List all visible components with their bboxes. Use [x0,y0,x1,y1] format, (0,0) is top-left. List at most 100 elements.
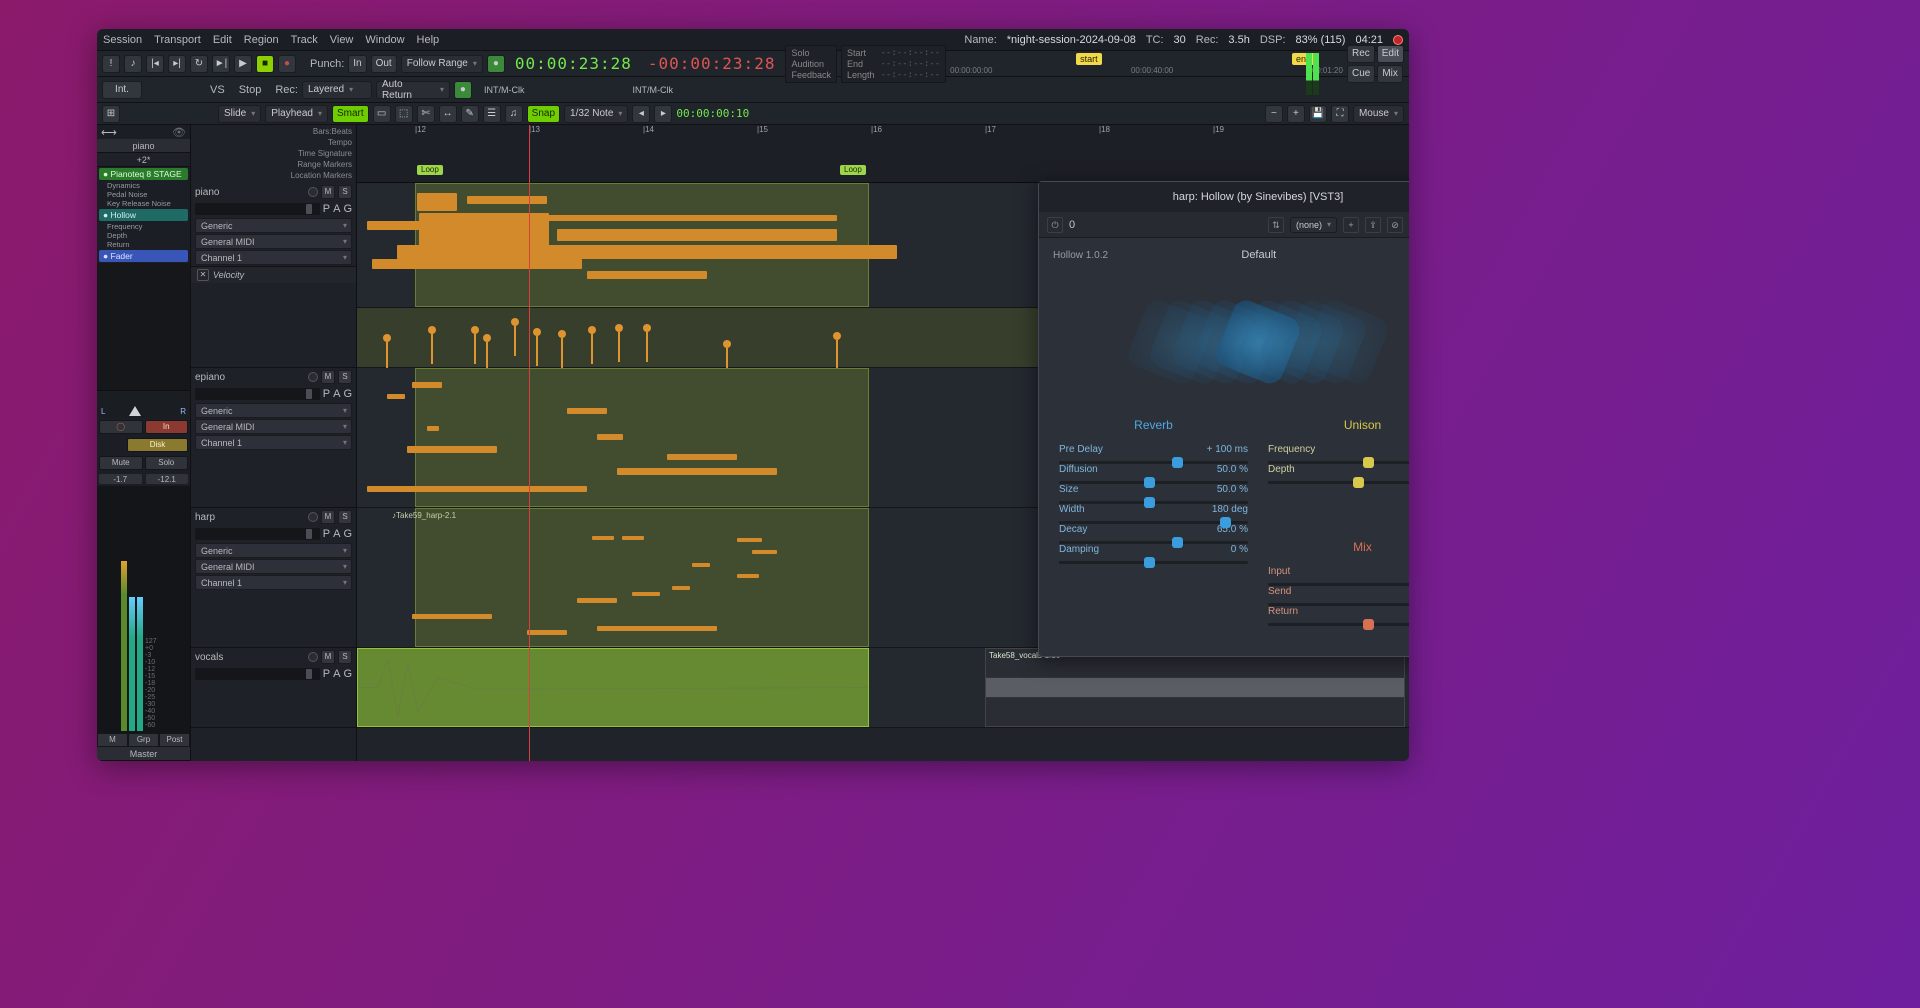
plugin-slot[interactable]: ● Pianoteq 8 STAGE [99,168,188,180]
pin-button[interactable]: ⇅ [1268,217,1284,233]
velocity-point[interactable] [615,324,623,332]
mute-button[interactable]: M [321,510,335,524]
disk-button[interactable]: Disk [127,438,188,452]
midi-note[interactable] [387,394,405,399]
record-button[interactable]: ● [278,55,296,73]
mute-button[interactable]: M [321,370,335,384]
punch-out-button[interactable]: Out [371,55,397,73]
midi-note[interactable] [737,574,759,578]
velocity-point[interactable] [383,334,391,342]
follow-select[interactable]: Follow Range [401,55,483,73]
mute-button[interactable]: M [321,185,335,199]
midi-note[interactable] [407,446,497,453]
playlist-button[interactable]: P [323,203,330,215]
playlist-button[interactable]: P [323,668,330,680]
tool-stretch[interactable]: ↔ [439,105,457,123]
track-header[interactable]: vocalsMS PAG [191,648,356,728]
playhead[interactable] [529,125,530,761]
rec-circle-button[interactable]: ◯ [99,420,143,434]
edit-mode-select[interactable]: Slide [218,105,261,123]
midi-note[interactable] [622,536,644,540]
group-button[interactable]: G [343,528,352,540]
ruler[interactable]: Loop Loop |12|13|14|15|16|17|18|19 [357,125,1409,183]
auto-return-select[interactable]: Auto Return [376,81,450,99]
velocity-point[interactable] [723,340,731,348]
play-sel-button[interactable]: ►| [212,55,230,73]
status-solo[interactable]: Solo [791,48,831,58]
plugin-param[interactable]: Return [97,240,190,249]
edit-mode-button[interactable]: Edit [1377,45,1404,63]
midi-note[interactable] [752,550,777,554]
automation-button[interactable]: A [333,203,340,215]
velocity-point[interactable] [471,326,479,334]
mini-timeline[interactable]: start end 00:00:00:00 00:00:40:00 00:01:… [950,53,1343,75]
param-slider[interactable] [1059,501,1248,504]
param-slider[interactable] [1059,541,1248,544]
mix-mode-button[interactable]: Mix [1377,65,1403,83]
plugin-preset-name[interactable]: Default [1108,249,1409,261]
metronome-button[interactable]: ! [102,55,120,73]
midi-note[interactable] [672,586,690,590]
midi-note[interactable] [467,196,547,204]
rec-arm[interactable] [308,512,318,522]
mute-button[interactable]: Mute [99,456,143,470]
bypass-button[interactable]: ⏻ [1047,217,1063,233]
midi-note[interactable] [587,271,707,279]
param-slider[interactable] [1059,481,1248,484]
solo-button[interactable]: S [338,370,352,384]
track-select[interactable]: Channel 1 [195,575,352,590]
tool-audition[interactable]: ♫ [505,105,523,123]
rec-arm[interactable] [308,187,318,197]
plugin-window[interactable]: harp: Hollow (by Sinevibes) [VST3] — ✕ ⏻… [1038,181,1409,657]
fader[interactable] [195,668,320,680]
track-header[interactable]: pianoMS PAGGenericGeneral MIDIChannel 1✕… [191,183,356,368]
audio-region[interactable]: Take58_vocals-1.16 [985,648,1405,727]
group-button[interactable]: G [343,668,352,680]
solo-button[interactable]: S [338,510,352,524]
fader[interactable] [195,203,320,215]
plugin-param[interactable]: Key Release Noise [97,199,190,208]
param-slider[interactable] [1268,603,1409,606]
menu-help[interactable]: Help [417,34,440,46]
goto-start-button[interactable]: |◂ [146,55,164,73]
mouse-mode-select[interactable]: Mouse [1353,105,1404,123]
edit-point-select[interactable]: Playhead [265,105,328,123]
track-select[interactable]: Channel 1 [195,250,352,265]
midi-note[interactable] [737,538,762,542]
secondary-clock[interactable]: -00:00:23:28 [642,56,782,72]
velocity-point[interactable] [511,318,519,326]
save-button[interactable]: 💾 [1309,105,1327,123]
zoom-fit-button[interactable]: ⊞ [102,105,120,123]
midi-note[interactable] [592,536,614,540]
expand-button[interactable]: ⛶ [1331,105,1349,123]
loop-marker-end[interactable]: Loop [840,165,866,175]
track-select[interactable]: General MIDI [195,559,352,574]
track-select[interactable]: Channel 1 [195,435,352,450]
menu-transport[interactable]: Transport [154,34,201,46]
velocity-point[interactable] [643,324,651,332]
punch-in-button[interactable]: In [348,55,366,73]
zoom-in-button[interactable]: + [1287,105,1305,123]
plugin-param[interactable]: Depth [97,231,190,240]
velocity-point[interactable] [833,332,841,340]
automation-button[interactable]: A [333,528,340,540]
rec-mode-button[interactable]: Rec [1347,45,1375,63]
plugin-titlebar[interactable]: harp: Hollow (by Sinevibes) [VST3] — ✕ [1039,182,1409,212]
midi-note[interactable] [577,598,617,603]
midi-note[interactable] [632,592,660,596]
track-lane[interactable]: Take58_vocals-1.16 [357,648,1409,728]
midi-note[interactable] [527,630,567,635]
midi-note[interactable] [367,486,587,492]
tool-contents[interactable]: ☰ [483,105,501,123]
velocity-point[interactable] [533,328,541,336]
close-icon[interactable]: ✕ [197,269,209,281]
param-slider[interactable] [1059,461,1248,464]
foot-post[interactable]: Post [159,733,190,747]
midi-note[interactable] [667,454,737,460]
menu-edit[interactable]: Edit [213,34,232,46]
track-select[interactable]: General MIDI [195,234,352,249]
midi-panic-button[interactable]: ♪ [124,55,142,73]
fader[interactable] [195,388,320,400]
loop-button[interactable]: ↻ [190,55,208,73]
midi-note[interactable] [567,408,607,414]
